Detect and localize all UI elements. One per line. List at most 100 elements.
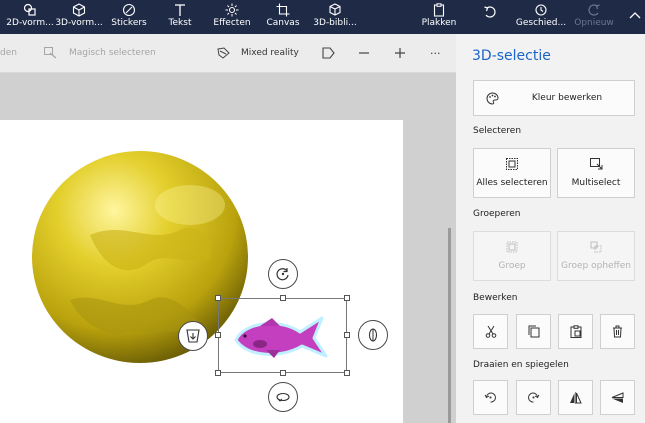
effects-button[interactable]: Effecten — [210, 0, 254, 34]
rotate-z-control[interactable] — [268, 382, 298, 412]
collapse-ribbon-button[interactable] — [626, 0, 644, 34]
multiselect-button[interactable]: Multiselect — [557, 148, 635, 198]
tool-label: 3D-bibli... — [313, 18, 357, 28]
history-icon — [535, 4, 547, 16]
app-top-bar: 2D-vorm... 3D-vorm... Stickers Tekst Eff… — [0, 0, 645, 34]
undo-button[interactable] — [478, 0, 502, 34]
rotate-icon — [276, 268, 289, 281]
tool-label: Stickers — [111, 18, 147, 28]
depth-icon — [186, 329, 200, 343]
ungroup-label: Groep opheffen — [561, 261, 631, 271]
magic-select-icon — [44, 47, 57, 59]
paste-label: Plakken — [421, 18, 457, 28]
select-section-title: Selecteren — [473, 126, 522, 136]
redo-icon — [588, 4, 600, 16]
rotate-left-button[interactable] — [473, 380, 508, 415]
flip-vertical-icon — [611, 391, 624, 403]
rotate-horizontal-icon — [276, 392, 290, 402]
paste-icon — [433, 3, 445, 17]
resize-handle[interactable] — [280, 370, 286, 376]
redo-button[interactable]: Opnieuw — [572, 0, 616, 34]
rotate-left-icon — [484, 392, 496, 403]
3d-library-icon — [329, 3, 341, 16]
panel-title: 3D-selectie — [472, 48, 551, 64]
resize-handle[interactable] — [215, 295, 221, 301]
edit-section-title: Bewerken — [473, 293, 518, 303]
effects-icon — [225, 3, 239, 17]
paste-button[interactable]: Plakken — [420, 0, 458, 34]
push-back-control[interactable] — [178, 321, 208, 351]
ungroup-button[interactable]: Groep opheffen — [557, 231, 635, 281]
copy-button[interactable] — [516, 314, 551, 349]
edit-color-label: Kleur bewerken — [531, 93, 603, 103]
multiselect-label: Multiselect — [571, 178, 621, 188]
resize-handle[interactable] — [344, 332, 350, 338]
canvas-icon — [276, 3, 290, 17]
mixed-reality-button[interactable]: Mixed reality — [217, 34, 299, 72]
tool-label: 2D-vorm... — [6, 18, 54, 28]
tool-label: Tekst — [168, 18, 192, 28]
copy-icon — [528, 325, 539, 338]
rotate-right-icon — [528, 392, 540, 403]
mixed-reality-icon — [217, 47, 230, 59]
paste-panel-button[interactable] — [558, 314, 593, 349]
2d-shapes-button[interactable]: 2D-vorm... — [4, 0, 56, 34]
multiselect-icon — [589, 158, 602, 170]
group-section-title: Groeperen — [473, 209, 521, 219]
canvas-button[interactable]: Canvas — [264, 0, 302, 34]
rotate-vertical-icon — [368, 328, 378, 342]
select-all-label: Alles selecteren — [476, 178, 548, 188]
rotate-right-button[interactable] — [516, 380, 551, 415]
rotate-x-control[interactable] — [268, 259, 298, 289]
cut-button[interactable] — [473, 314, 508, 349]
zoom-in-button[interactable] — [394, 34, 406, 72]
more-options-button[interactable]: ··· — [430, 34, 441, 72]
resize-handle[interactable] — [215, 370, 221, 376]
3d-fish-object[interactable] — [230, 312, 334, 362]
redo-label: Opnieuw — [574, 18, 614, 28]
2d-shapes-icon — [23, 3, 36, 16]
text-icon — [175, 4, 185, 16]
resize-handle[interactable] — [344, 370, 350, 376]
resize-handle[interactable] — [344, 295, 350, 301]
3d-library-button[interactable]: 3D-bibli... — [312, 0, 358, 34]
resize-handle[interactable] — [280, 295, 286, 301]
3d-selection-panel: 3D-selectie Kleur bewerken Selecteren Al… — [456, 34, 645, 423]
undo-icon — [484, 6, 496, 18]
rotate-y-control[interactable] — [358, 320, 388, 350]
view-flag-icon — [322, 47, 335, 59]
crop-button[interactable]: den — [0, 34, 17, 72]
more-label: ··· — [430, 46, 441, 60]
minus-icon — [359, 52, 369, 54]
select-all-button[interactable]: Alles selecteren — [473, 148, 551, 198]
stickers-button[interactable]: Stickers — [108, 0, 150, 34]
rotate-section-title: Draaien en spiegelen — [473, 360, 569, 370]
mixed-reality-label: Mixed reality — [241, 48, 299, 58]
group-label: Groep — [498, 261, 526, 271]
text-button[interactable]: Tekst — [162, 0, 198, 34]
edit-color-button[interactable]: Kleur bewerken — [473, 80, 635, 116]
flip-horizontal-button[interactable] — [558, 380, 593, 415]
palette-icon — [486, 92, 499, 105]
tool-label: 3D-vorm... — [55, 18, 103, 28]
select-all-icon — [506, 158, 518, 170]
magic-select-label: Magisch selecteren — [69, 48, 156, 58]
3d-shapes-icon — [72, 3, 86, 17]
crop-label: den — [0, 48, 17, 58]
resize-handle[interactable] — [215, 332, 221, 338]
group-button[interactable]: Groep — [473, 231, 551, 281]
flip-vertical-button[interactable] — [600, 380, 635, 415]
plus-icon — [395, 48, 405, 58]
chevron-up-icon — [629, 12, 641, 19]
tool-label: Effecten — [213, 18, 251, 28]
3d-shapes-button[interactable]: 3D-vorm... — [55, 0, 103, 34]
view-toggle-button[interactable] — [322, 34, 335, 72]
flip-horizontal-icon — [570, 391, 582, 404]
delete-button[interactable] — [600, 314, 635, 349]
zoom-out-button[interactable] — [358, 34, 370, 72]
canvas-toolbar: den Magisch selecteren Mixed reality ··· — [0, 34, 456, 73]
magic-select-button[interactable]: Magisch selecteren — [44, 34, 156, 72]
trash-icon — [613, 325, 622, 338]
history-button[interactable]: Geschied... — [516, 0, 566, 34]
vertical-scrollbar[interactable] — [448, 228, 451, 423]
